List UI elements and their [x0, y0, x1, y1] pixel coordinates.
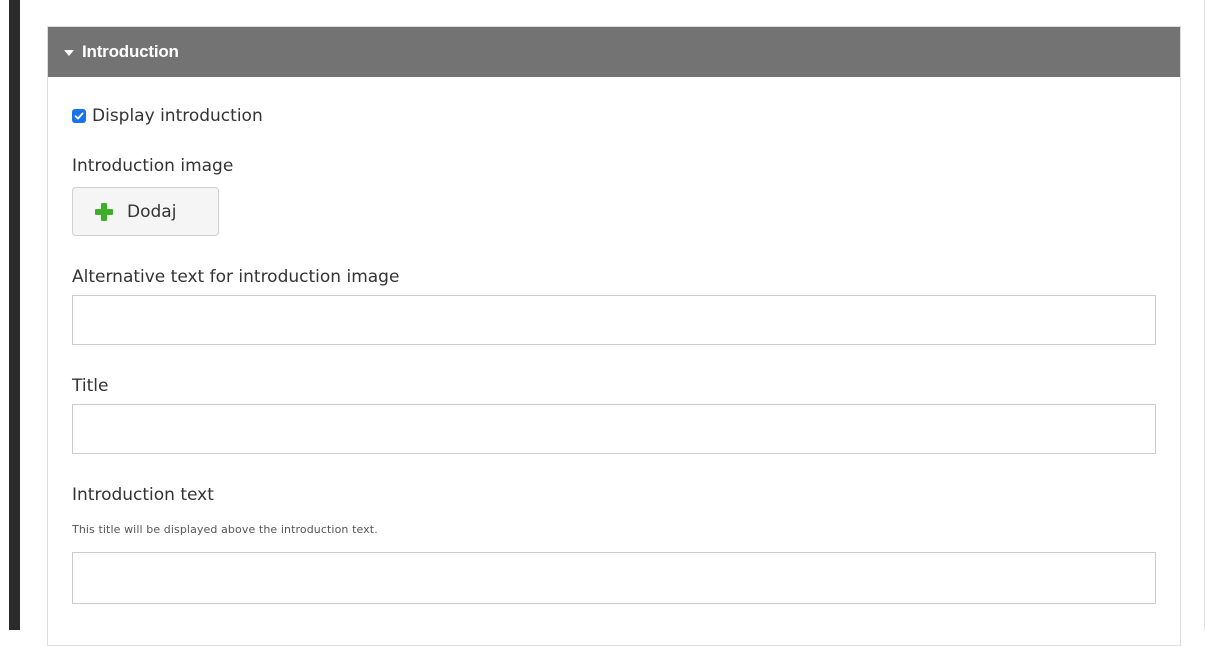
introduction-text-label: Introduction text — [72, 485, 214, 505]
alternative-text-input[interactable] — [72, 295, 1156, 345]
add-image-button[interactable]: Dodaj — [72, 187, 219, 236]
alternative-text-label: Alternative text for introduction image — [72, 267, 400, 287]
display-introduction-label: Display introduction — [92, 106, 263, 126]
add-image-button-label: Dodaj — [127, 201, 177, 222]
introduction-panel: Introduction Display introduction Introd… — [47, 26, 1181, 646]
introduction-text-input[interactable] — [72, 552, 1156, 604]
right-edge-divider — [1204, 0, 1205, 630]
introduction-text-help: This title will be displayed above the i… — [72, 523, 378, 536]
title-label: Title — [72, 376, 109, 396]
title-input[interactable] — [72, 404, 1156, 454]
panel-title: Introduction — [82, 42, 179, 61]
caret-down-icon[interactable] — [64, 49, 74, 56]
introduction-image-label: Introduction image — [72, 156, 234, 176]
introduction-panel-header[interactable]: Introduction — [48, 27, 1180, 77]
display-introduction-checkbox[interactable]: Display introduction — [72, 106, 263, 126]
checkmark-icon[interactable] — [72, 109, 86, 123]
left-sidebar-edge — [9, 0, 20, 630]
plus-icon — [95, 202, 113, 221]
